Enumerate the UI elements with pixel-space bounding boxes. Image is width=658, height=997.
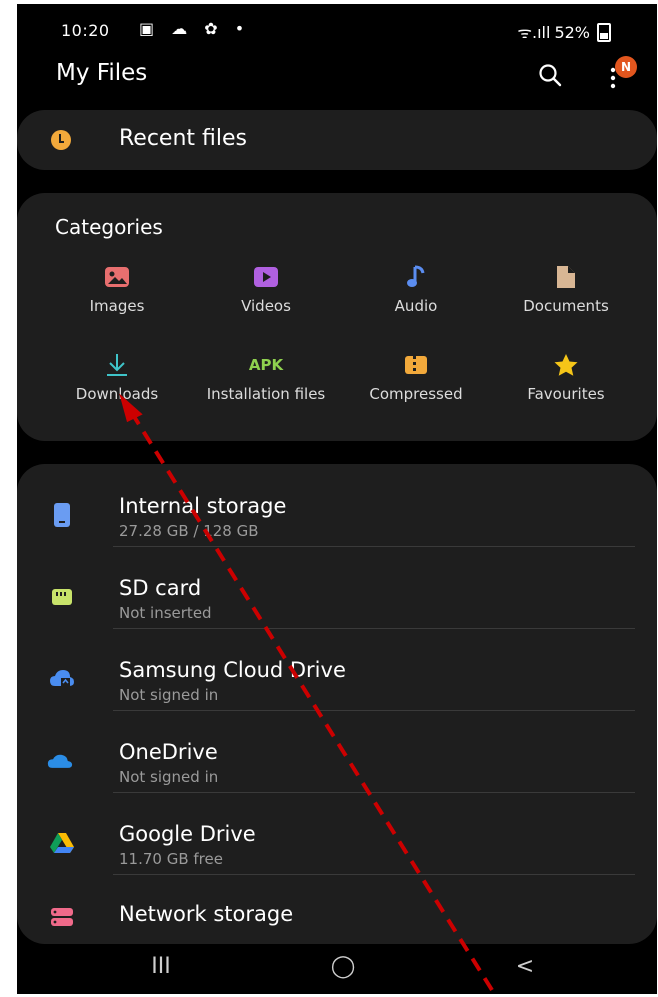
phone-storage-icon (49, 502, 75, 528)
category-downloads[interactable]: Downloads (42, 352, 192, 403)
recents-button[interactable]: III (141, 954, 181, 979)
image-icon (103, 264, 131, 290)
category-label: Installation files (206, 385, 326, 403)
status-bar: 10:20 ▣ ☁ ✿ • ᯤ.ıll 52% (17, 4, 657, 56)
divider (113, 546, 635, 547)
signal-icon: ᯤ.ıll (517, 23, 551, 42)
category-compressed[interactable]: Compressed (341, 352, 491, 403)
categories-title: Categories (55, 215, 163, 239)
storage-title: Google Drive (119, 822, 256, 846)
recent-files-card[interactable]: Recent files (17, 110, 657, 170)
storage-subtitle: 27.28 GB / 128 GB (119, 522, 259, 540)
category-label: Documents (523, 297, 609, 315)
storage-subtitle: Not signed in (119, 768, 219, 786)
music-note-icon (402, 264, 430, 290)
category-installation-files[interactable]: APK Installation files (191, 352, 341, 403)
phone-screen: 10:20 ▣ ☁ ✿ • ᯤ.ıll 52% My Files N Recen… (17, 4, 657, 994)
apk-icon: APK (248, 356, 284, 374)
page-title: My Files (56, 60, 148, 86)
divider (113, 710, 635, 711)
google-drive-icon (49, 830, 75, 856)
battery-icon (597, 22, 611, 42)
recent-files-label: Recent files (119, 126, 247, 151)
notification-icons: ▣ ☁ ✿ • (139, 19, 251, 38)
category-favourites[interactable]: Favourites (491, 352, 641, 403)
search-button[interactable] (535, 60, 565, 90)
storage-title: Internal storage (119, 494, 287, 518)
divider (113, 792, 635, 793)
status-right-group: ᯤ.ıll 52% (517, 21, 611, 43)
navigation-bar: III ◯ < (17, 944, 657, 994)
battery-percent: 52% (554, 22, 590, 42)
storage-title: Network storage (119, 902, 294, 926)
video-icon (252, 264, 280, 290)
star-icon (552, 352, 580, 378)
status-time: 10:20 (61, 21, 110, 40)
category-images[interactable]: Images (42, 264, 192, 315)
category-label: Videos (241, 297, 291, 315)
categories-card: Categories Images Videos Audio Documents (17, 193, 657, 441)
archive-icon (402, 352, 430, 378)
category-audio[interactable]: Audio (341, 264, 491, 315)
samsung-cloud-icon (49, 666, 75, 692)
storage-subtitle: 11.70 GB free (119, 850, 223, 868)
app-bar: My Files N (17, 56, 657, 108)
divider (113, 874, 635, 875)
download-icon (103, 352, 131, 378)
storage-subtitle: Not inserted (119, 604, 212, 622)
sd-card-icon (49, 584, 75, 610)
category-label: Images (89, 297, 145, 315)
onedrive-icon (47, 748, 73, 774)
category-documents[interactable]: Documents (491, 264, 641, 315)
category-label: Favourites (527, 385, 605, 403)
clock-icon (51, 130, 71, 150)
category-label: Compressed (369, 385, 463, 403)
storage-title: Samsung Cloud Drive (119, 658, 346, 682)
document-icon (552, 264, 580, 290)
storage-title: SD card (119, 576, 202, 600)
category-label: Downloads (75, 385, 159, 403)
search-icon (539, 64, 562, 87)
category-label: Audio (394, 297, 438, 315)
notification-badge: N (615, 56, 637, 78)
network-storage-icon (49, 904, 75, 930)
storage-card: Internal storage 27.28 GB / 128 GB SD ca… (17, 464, 657, 944)
home-button[interactable]: ◯ (323, 954, 363, 979)
category-videos[interactable]: Videos (191, 264, 341, 315)
divider (113, 628, 635, 629)
back-button[interactable]: < (505, 954, 545, 979)
storage-title: OneDrive (119, 740, 218, 764)
storage-subtitle: Not signed in (119, 686, 219, 704)
